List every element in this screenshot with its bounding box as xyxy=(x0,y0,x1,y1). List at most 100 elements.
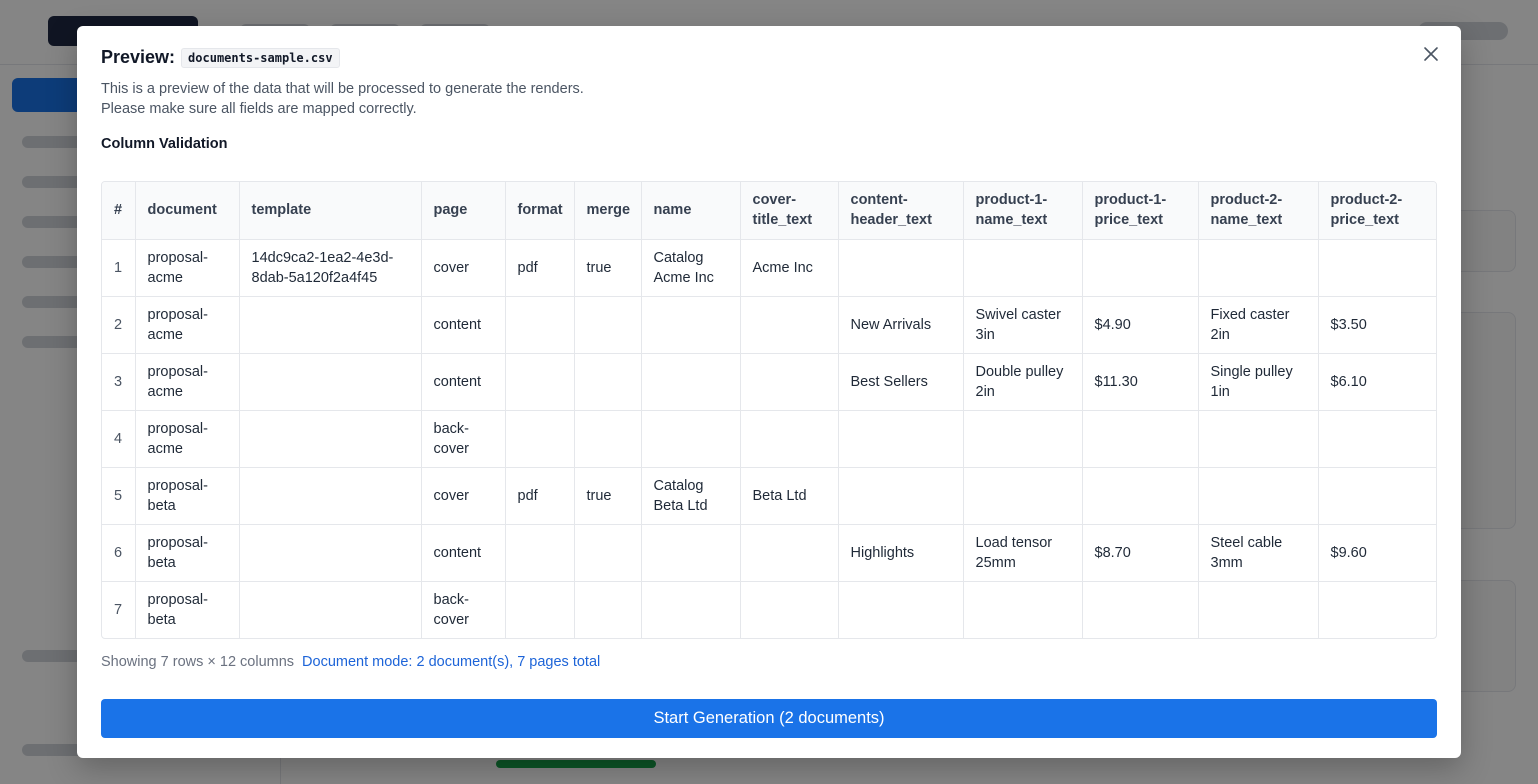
table-cell: pdf xyxy=(505,239,575,297)
table-cell xyxy=(740,353,839,411)
table-row: 3 proposal-acme content Best Sellers Dou… xyxy=(102,353,1436,411)
table-cell xyxy=(740,410,839,468)
table-cell: Catalog Acme Inc xyxy=(641,239,741,297)
table-cell xyxy=(239,524,422,582)
table-cell: 2 xyxy=(102,296,136,354)
table-cell: content xyxy=(421,524,506,582)
table-cell: Load tensor 25mm xyxy=(963,524,1083,582)
preview-modal: Preview: documents-sample.csv This is a … xyxy=(77,26,1461,758)
table-cell xyxy=(239,581,422,638)
table-cell: Catalog Beta Ltd xyxy=(641,467,741,525)
table-cell xyxy=(239,410,422,468)
table-cell: Acme Inc xyxy=(740,239,839,297)
table-cell: 1 xyxy=(102,239,136,297)
table-cell: true xyxy=(574,239,642,297)
table-cell xyxy=(1198,410,1319,468)
table-cell xyxy=(574,524,642,582)
table-row: 7 proposal-beta back-cover xyxy=(102,581,1436,638)
table-cell xyxy=(574,353,642,411)
table-cell: pdf xyxy=(505,467,575,525)
table-cell xyxy=(641,410,741,468)
table-cell: 7 xyxy=(102,581,136,638)
description-line: This is a preview of the data that will … xyxy=(101,81,584,97)
document-mode-info: Document mode: 2 document(s), 7 pages to… xyxy=(302,654,601,670)
table-cell xyxy=(641,581,741,638)
table-summary: Showing 7 rows × 12 columns Document mod… xyxy=(101,654,600,670)
table-cell xyxy=(505,410,575,468)
table-row: 6 proposal-beta content Highlights Load … xyxy=(102,524,1436,582)
table-cell xyxy=(505,581,575,638)
modal-title-row: Preview: documents-sample.csv xyxy=(101,47,340,68)
close-button[interactable] xyxy=(1419,42,1443,66)
table-cell xyxy=(239,353,422,411)
table-cell: $6.10 xyxy=(1318,353,1436,411)
table-cell: Double pulley 2in xyxy=(963,353,1083,411)
table-cell xyxy=(574,410,642,468)
table-header-row: # document template page format merge na… xyxy=(102,182,1436,240)
column-header: document xyxy=(135,182,240,240)
table-cell xyxy=(838,410,964,468)
table-row: 4 proposal-acme back-cover xyxy=(102,410,1436,468)
table-cell xyxy=(239,296,422,354)
table-cell xyxy=(1318,467,1436,525)
table-cell xyxy=(641,524,741,582)
table-cell: back-cover xyxy=(421,410,506,468)
column-header: page xyxy=(421,182,506,240)
table-cell xyxy=(1082,581,1199,638)
table-cell: $8.70 xyxy=(1082,524,1199,582)
table-cell xyxy=(838,239,964,297)
column-header: product-2-price_text xyxy=(1318,182,1436,240)
table-cell xyxy=(1198,581,1319,638)
table-cell: proposal-acme xyxy=(135,410,240,468)
table-cell xyxy=(239,467,422,525)
table-cell xyxy=(1318,410,1436,468)
table-cell xyxy=(574,296,642,354)
table-cell xyxy=(740,524,839,582)
table-cell: 5 xyxy=(102,467,136,525)
column-header: # xyxy=(102,182,136,240)
table-cell: content xyxy=(421,353,506,411)
table-cell xyxy=(963,467,1083,525)
table-cell xyxy=(1082,239,1199,297)
table-cell: Highlights xyxy=(838,524,964,582)
table-cell: Swivel caster 3in xyxy=(963,296,1083,354)
column-header: cover-title_text xyxy=(740,182,839,240)
table-row: 2 proposal-acme content New Arrivals Swi… xyxy=(102,296,1436,354)
column-header: name xyxy=(641,182,741,240)
column-header: content-header_text xyxy=(838,182,964,240)
table-cell xyxy=(963,581,1083,638)
column-header: format xyxy=(505,182,575,240)
table-cell xyxy=(574,581,642,638)
table-cell: New Arrivals xyxy=(838,296,964,354)
table-cell: $11.30 xyxy=(1082,353,1199,411)
table-cell: $4.90 xyxy=(1082,296,1199,354)
table-cell xyxy=(963,410,1083,468)
table-cell xyxy=(641,353,741,411)
table-cell: Beta Ltd xyxy=(740,467,839,525)
column-header: merge xyxy=(574,182,642,240)
modal-description: This is a preview of the data that will … xyxy=(101,79,584,119)
table-cell xyxy=(505,524,575,582)
preview-table: # document template page format merge na… xyxy=(102,182,1436,638)
table-cell: $9.60 xyxy=(1318,524,1436,582)
row-column-count: Showing 7 rows × 12 columns xyxy=(101,654,295,670)
table-cell xyxy=(740,581,839,638)
table-cell: proposal-acme xyxy=(135,296,240,354)
table-cell: proposal-beta xyxy=(135,524,240,582)
table-cell xyxy=(838,581,964,638)
table-cell: 4 xyxy=(102,410,136,468)
table-cell: $3.50 xyxy=(1318,296,1436,354)
table-cell xyxy=(1198,239,1319,297)
description-line: Please make sure all fields are mapped c… xyxy=(101,101,417,117)
table-cell: proposal-beta xyxy=(135,581,240,638)
preview-table-container: # document template page format merge na… xyxy=(101,181,1437,639)
start-generation-button[interactable]: Start Generation (2 documents) xyxy=(101,699,1437,738)
table-cell: content xyxy=(421,296,506,354)
column-header: product-1-name_text xyxy=(963,182,1083,240)
table-cell xyxy=(1082,410,1199,468)
table-cell: Fixed caster 2in xyxy=(1198,296,1319,354)
column-header: template xyxy=(239,182,422,240)
table-cell xyxy=(1318,581,1436,638)
table-cell xyxy=(838,467,964,525)
table-cell: Single pulley 1in xyxy=(1198,353,1319,411)
